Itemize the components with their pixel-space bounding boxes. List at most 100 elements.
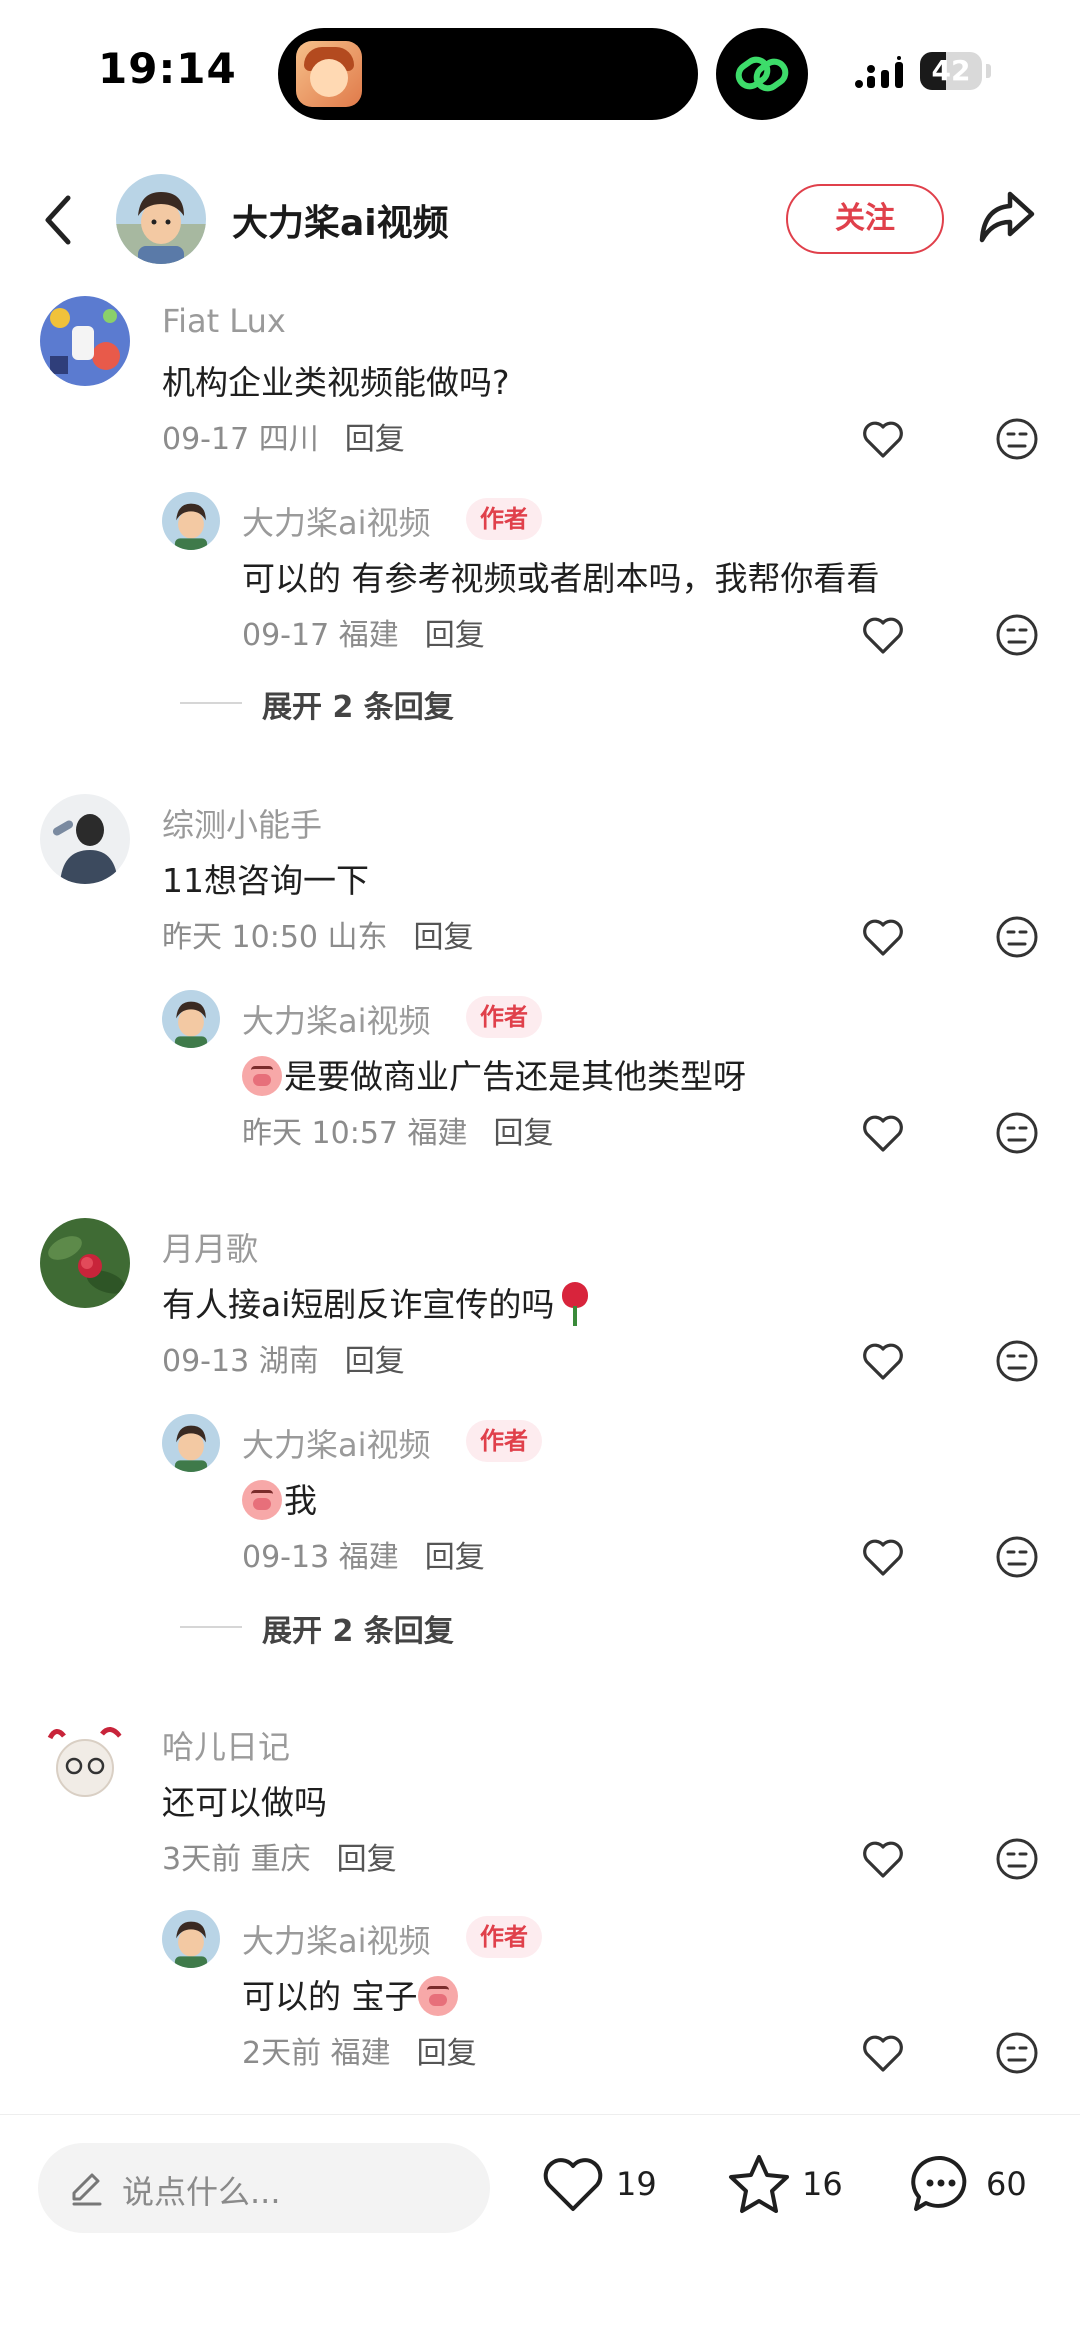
battery-icon: 42 <box>920 52 982 90</box>
like-count: 19 <box>616 2165 657 2203</box>
favorite-button[interactable]: 16 <box>726 2151 846 2221</box>
comment-bubble-icon <box>911 2155 967 2211</box>
author-reply-date-location: 昨天 10:57 福建 <box>242 1116 468 1151</box>
dislike-face-icon[interactable] <box>994 612 1040 658</box>
expand-divider <box>180 702 242 704</box>
author-reply-avatar[interactable] <box>162 1910 220 1968</box>
author-avatar[interactable] <box>116 174 206 264</box>
heart-icon[interactable] <box>860 416 906 462</box>
author-name[interactable]: 大力桨ai视频 <box>232 194 449 246</box>
author-reply-text: 我 <box>242 1474 317 1522</box>
status-bar: 19:14 42 <box>0 0 1080 150</box>
heart-icon[interactable] <box>860 1110 906 1156</box>
dynamic-island[interactable] <box>278 28 698 120</box>
author-tag: 作者 <box>466 498 542 540</box>
commenter-name[interactable]: 月月歌 <box>162 1224 258 1270</box>
commenter-name[interactable]: Fiat Lux <box>162 302 286 340</box>
reply-button[interactable]: 回复 <box>417 2036 477 2071</box>
comment-text: 机构企业类视频能做吗? <box>162 363 510 402</box>
author-reply-name[interactable]: 大力桨ai视频 <box>242 1916 431 1962</box>
battery-tip <box>986 64 991 78</box>
author-tag: 作者 <box>466 1916 542 1958</box>
heart-icon[interactable] <box>860 612 906 658</box>
dislike-face-icon[interactable] <box>994 1534 1040 1580</box>
author-reply-avatar[interactable] <box>162 492 220 550</box>
comment-meta: 昨天 10:50 山东 回复 <box>162 912 474 956</box>
comment-input[interactable]: 说点什么... <box>38 2143 490 2233</box>
comment-text: 有人接ai短剧反诈宣传的吗 <box>162 1278 590 1326</box>
author-reply-date-location: 09-17 福建 <box>242 618 399 653</box>
reply-button[interactable]: 回复 <box>337 1842 397 1877</box>
reply-button[interactable]: 回复 <box>425 618 485 653</box>
like-button[interactable]: 19 <box>540 2151 660 2221</box>
comment-text: 还可以做吗 <box>162 1783 327 1822</box>
heart-icon[interactable] <box>860 914 906 960</box>
follow-button[interactable]: 关注 <box>786 184 944 254</box>
comment-count: 60 <box>986 2165 1027 2203</box>
author-reply-text: 可以的 有参考视频或者剧本吗，我帮你看看 <box>242 559 880 598</box>
dislike-face-icon[interactable] <box>994 416 1040 462</box>
author-reply-date-location: 09-13 福建 <box>242 1540 399 1575</box>
pencil-icon <box>72 2173 102 2206</box>
comment-date-location: 09-13 湖南 <box>162 1344 319 1379</box>
comment-list[interactable]: Fiat Lux 机构企业类视频能做吗? 09-17 四川 回复 大力桨ai视频 … <box>0 290 1080 2110</box>
author-reply-avatar[interactable] <box>162 1414 220 1472</box>
signal-icon <box>855 56 903 88</box>
comment-button[interactable]: 60 <box>908 2151 1048 2221</box>
comment-meta: 09-17 四川 回复 <box>162 414 405 458</box>
expand-divider <box>180 1626 242 1628</box>
battery-level: 42 <box>931 54 971 87</box>
dislike-face-icon[interactable] <box>994 2030 1040 2076</box>
heart-icon[interactable] <box>860 1836 906 1882</box>
favorite-count: 16 <box>802 2165 843 2203</box>
expand-replies-button[interactable]: 展开 2 条回复 <box>262 1606 454 1650</box>
commenter-avatar[interactable] <box>40 1218 130 1308</box>
commenter-name[interactable]: 哈儿日记 <box>162 1722 290 1768</box>
author-reply-text: 可以的 宝子 <box>242 1970 460 2018</box>
dislike-face-icon[interactable] <box>994 1110 1040 1156</box>
commenter-avatar[interactable] <box>40 296 130 386</box>
author-reply-meta: 09-13 福建 回复 <box>242 1532 485 1576</box>
back-icon[interactable] <box>40 190 80 250</box>
dislike-face-icon[interactable] <box>994 1836 1040 1882</box>
expand-replies-button[interactable]: 展开 2 条回复 <box>262 682 454 726</box>
author-tag: 作者 <box>466 996 542 1038</box>
comment-date-location: 3天前 重庆 <box>162 1842 311 1877</box>
author-reply-meta: 昨天 10:57 福建 回复 <box>242 1108 554 1152</box>
star-icon <box>729 2155 789 2213</box>
heart-icon <box>543 2158 603 2211</box>
dislike-face-icon[interactable] <box>994 914 1040 960</box>
author-reply-text: 是要做商业广告还是其他类型呀 <box>242 1050 746 1098</box>
pig-emoji-icon <box>242 1056 282 1096</box>
link-icon[interactable] <box>716 28 808 120</box>
commenter-name[interactable]: 综测小能手 <box>162 800 322 846</box>
reply-button[interactable]: 回复 <box>425 1540 485 1575</box>
comment-input-placeholder: 说点什么... <box>122 2173 281 2211</box>
reply-button[interactable]: 回复 <box>345 1344 405 1379</box>
pig-emoji-icon <box>242 1480 282 1520</box>
heart-icon[interactable] <box>860 1534 906 1580</box>
reply-button[interactable]: 回复 <box>345 422 405 457</box>
comment-text: 11想咨询一下 <box>162 861 369 900</box>
share-icon[interactable] <box>976 186 1036 246</box>
author-reply-meta: 2天前 福建 回复 <box>242 2028 477 2072</box>
reply-button[interactable]: 回复 <box>414 920 474 955</box>
status-time: 19:14 <box>98 44 237 93</box>
commenter-avatar[interactable] <box>40 1716 130 1806</box>
comment-meta: 09-13 湖南 回复 <box>162 1336 405 1380</box>
rose-emoji-icon <box>560 1282 590 1326</box>
author-reply-name[interactable]: 大力桨ai视频 <box>242 498 431 544</box>
comment-date-location: 昨天 10:50 山东 <box>162 920 388 955</box>
author-reply-avatar[interactable] <box>162 990 220 1048</box>
dislike-face-icon[interactable] <box>994 1338 1040 1384</box>
pig-emoji-icon <box>417 1976 458 2016</box>
heart-icon[interactable] <box>860 1338 906 1384</box>
author-reply-name[interactable]: 大力桨ai视频 <box>242 996 431 1042</box>
comment-meta: 3天前 重庆 回复 <box>162 1834 397 1878</box>
reply-button[interactable]: 回复 <box>494 1116 554 1151</box>
heart-icon[interactable] <box>860 2030 906 2076</box>
app-icon[interactable] <box>296 41 362 107</box>
author-reply-name[interactable]: 大力桨ai视频 <box>242 1420 431 1466</box>
commenter-avatar[interactable] <box>40 794 130 884</box>
header: 大力桨ai视频 关注 <box>0 160 1080 280</box>
